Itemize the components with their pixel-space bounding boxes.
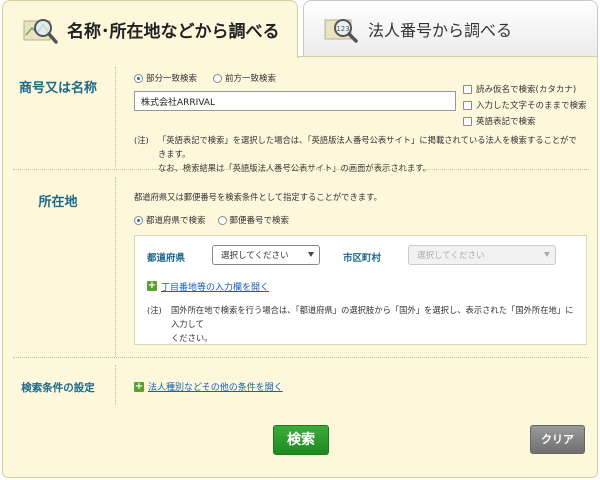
chevron-down-icon — [544, 252, 550, 257]
conditions-section-divider — [115, 365, 116, 405]
katakana-search-label: 読み仮名で検索(カタカナ) — [476, 85, 577, 95]
search-panel: 商号又は名称 部分一致検索 前方一致検索 読み仮名で検索(カタカナ) 入力した文… — [2, 56, 598, 478]
exact-text-search-label: 入力した文字そのままで検索 — [476, 101, 587, 111]
english-search-checkbox[interactable]: 英語表記で検索 — [463, 115, 587, 127]
prefix-match-radio[interactable]: 前方一致検索 — [213, 72, 276, 84]
checkbox-box — [463, 100, 472, 110]
address-note-line2: ください。 — [171, 333, 213, 343]
address-note: (注) 国外所在地で検索を行う場合は、「都道府県」の選択肢から「国外」を選択し、… — [147, 303, 577, 345]
section-divider — [13, 357, 589, 358]
clear-button[interactable]: クリア — [530, 425, 585, 454]
tab-corporate-number-search[interactable]: 123 法人番号から調べる — [303, 0, 598, 56]
name-note-line1: 「英語表記で検索」を選択した場合は、「英語版法人番号公表サイト」に掲載されている… — [158, 135, 577, 159]
search-button[interactable]: 検索 — [273, 425, 329, 455]
conditions-section-label: 検索条件の設定 — [21, 382, 95, 394]
radio-dot — [134, 215, 143, 225]
address-input-box: 都道府県 選択してください 市区町村 選択してください + 丁目番地等の入力欄を… — [134, 235, 587, 345]
tab-name-address-search[interactable]: 名称･所在地などから調べる — [2, 0, 298, 58]
company-name-input[interactable] — [134, 91, 456, 111]
address-intro: 都道府県又は郵便番号を検索条件として指定することができます。 — [134, 192, 382, 202]
name-options-checkboxes: 読み仮名で検索(カタカナ) 入力した文字そのままで検索 英語表記で検索 — [463, 83, 587, 127]
checkbox-box — [463, 116, 472, 126]
address-section-label: 所在地 — [38, 195, 78, 210]
radio-dot — [217, 215, 227, 225]
expand-street-address-link[interactable]: 丁目番地等の入力欄を開く — [161, 280, 269, 293]
prefecture-search-radio[interactable]: 都道府県で検索 — [134, 214, 206, 226]
name-note-line2: なお、検索結果は「英語版法人番号公表サイト」の画面が表示されます。 — [158, 163, 431, 173]
chevron-down-icon — [308, 252, 314, 257]
katakana-search-checkbox[interactable]: 読み仮名で検索(カタカナ) — [463, 83, 587, 95]
section-divider — [13, 169, 589, 170]
checkbox-box — [463, 84, 472, 94]
tab-name-address-label: 名称･所在地などから調べる — [67, 22, 280, 42]
prefecture-search-label: 都道府県で検索 — [146, 216, 206, 226]
magnifier-map-icon — [23, 15, 59, 45]
address-section-divider — [115, 177, 116, 357]
expand-plus-icon[interactable]: + — [134, 382, 144, 392]
english-search-label: 英語表記で検索 — [476, 117, 536, 127]
address-note-line1: 国外所在地で検索を行う場合は、「都道府県」の選択肢から「国外」を選択し、表示され… — [171, 305, 574, 329]
prefix-match-label: 前方一致検索 — [225, 74, 277, 84]
city-select[interactable]: 選択してください — [408, 245, 556, 265]
magnifier-number-icon: 123 — [324, 14, 360, 44]
radio-dot — [213, 73, 223, 83]
postal-code-search-radio[interactable]: 郵便番号で検索 — [217, 214, 290, 226]
postal-code-search-label: 郵便番号で検索 — [229, 216, 290, 226]
partial-match-label: 部分一致検索 — [146, 74, 198, 84]
prefecture-select[interactable]: 選択してください — [212, 245, 320, 265]
number-glyph: 123 — [336, 25, 349, 33]
city-label: 市区町村 — [343, 253, 382, 264]
prefecture-select-value: 選択してください — [221, 251, 289, 261]
tab-corporate-number-label: 法人番号から調べる — [368, 20, 513, 40]
match-type-radios: 部分一致検索 前方一致検索 — [134, 72, 276, 84]
prefecture-label: 都道府県 — [147, 253, 186, 264]
other-conditions-link[interactable]: 法人種別などその他の条件を開く — [148, 380, 283, 393]
note-mark: (注) — [147, 305, 162, 315]
address-mode-radios: 都道府県で検索 郵便番号で検索 — [134, 214, 289, 226]
expand-plus-icon[interactable]: + — [147, 281, 157, 291]
radio-dot — [134, 73, 143, 83]
exact-text-search-checkbox[interactable]: 入力した文字そのままで検索 — [463, 99, 587, 111]
name-section-label: 商号又は名称 — [18, 81, 97, 96]
partial-match-radio[interactable]: 部分一致検索 — [134, 72, 197, 84]
city-select-value: 選択してください — [417, 251, 485, 261]
name-section-divider — [115, 67, 116, 167]
